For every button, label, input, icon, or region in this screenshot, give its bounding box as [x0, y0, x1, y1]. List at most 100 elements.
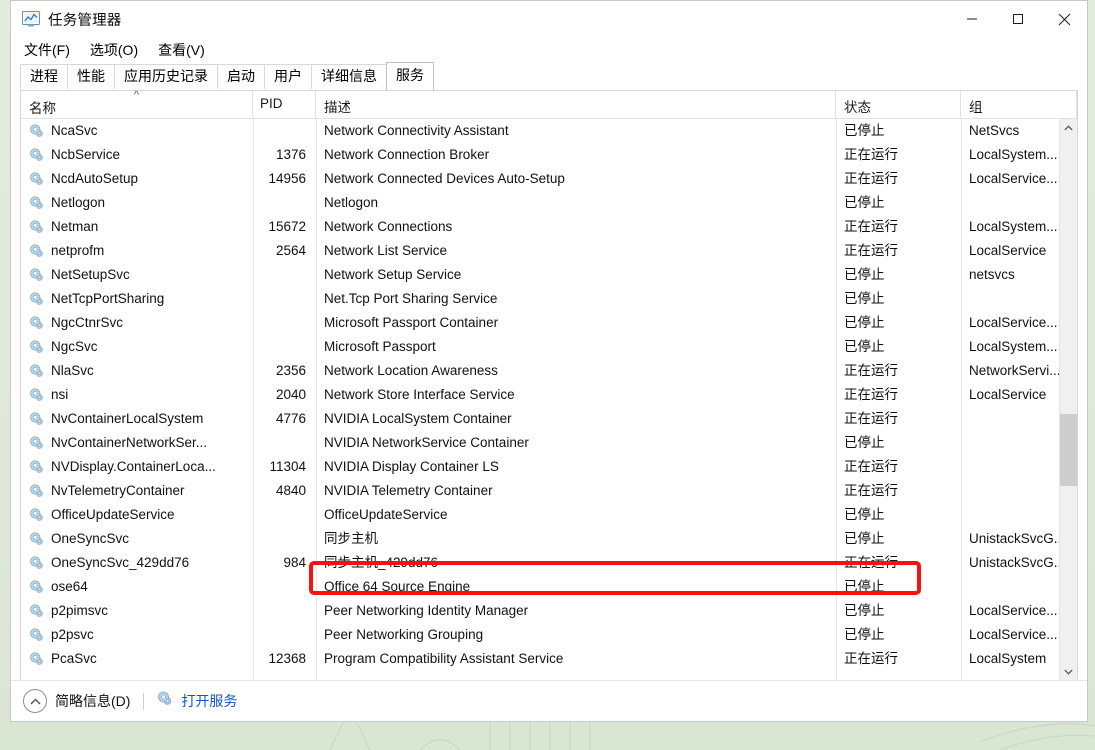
table-row[interactable]: NcbService 1376 Network Connection Broker 正… [21, 143, 1059, 167]
cell-pid: 4840 [275, 483, 306, 498]
table-row[interactable]: ose64 Office 64 Source Engine 已停止 [21, 575, 1059, 599]
column-header-status[interactable]: 状态 [836, 91, 961, 118]
close-button[interactable] [1041, 1, 1087, 37]
service-name-label: NetTcpPortSharing [51, 291, 165, 306]
cell-pid: 15672 [268, 219, 306, 234]
service-gear-icon [29, 459, 45, 475]
service-name-label: NcdAutoSetup [51, 171, 139, 186]
table-row[interactable]: NvTelemetryContainer 4840 NVIDIA Telemetry… [21, 479, 1059, 503]
service-gear-icon [29, 267, 45, 283]
cell-name: ose64 [21, 575, 253, 599]
cell-name: PcaSvc [21, 647, 253, 671]
tab-performance-label: 性能 [77, 68, 105, 84]
table-row[interactable]: PcaSvc 12368 Program Compatibility Assista… [21, 647, 1059, 671]
cell-status: 正在运行 [844, 555, 898, 570]
cell-description: Network Store Interface Service [324, 387, 515, 402]
cell-description: Network Connectivity Assistant [324, 123, 509, 138]
menu-bar: 文件(F) 选项(O) 查看(V) [11, 37, 1087, 62]
cell-status: 已停止 [844, 531, 885, 546]
column-header-group[interactable]: 组 [961, 91, 1077, 118]
cell-name: OfficeUpdateService [21, 503, 253, 527]
cell-status: 正在运行 [844, 411, 898, 426]
tab-strip: 进程 性能 应用历史记录 启动 用户 详细信息 服务 [11, 62, 1087, 90]
menu-options[interactable]: 选项(O) [87, 38, 146, 62]
service-gear-icon [29, 195, 45, 211]
table-row[interactable]: nsi 2040 Network Store Interface Service 正在… [21, 383, 1059, 407]
table-row[interactable]: NcdAutoSetup 14956 Network Connected Devic… [21, 167, 1059, 191]
service-name-label: OneSyncSvc [51, 531, 130, 546]
table-row[interactable]: Netlogon Netlogon 已停止 [21, 191, 1059, 215]
status-bar: 简略信息(D) 打开服务 [11, 680, 1087, 721]
cell-pid: 2040 [275, 387, 306, 402]
cell-name: NvContainerNetworkSer... [21, 431, 253, 455]
cell-name: netprofm [21, 239, 253, 263]
service-name-label: Netlogon [51, 195, 106, 210]
table-row[interactable]: Netman 15672 Network Connections 正在运行 LocalS… [21, 215, 1059, 239]
scroll-down-button[interactable] [1060, 663, 1077, 680]
tab-startup[interactable]: 启动 [217, 64, 265, 90]
tab-details[interactable]: 详细信息 [311, 64, 387, 90]
cell-description: Office 64 Source Engine [324, 579, 471, 594]
scrollbar-thumb[interactable] [1060, 414, 1077, 486]
column-header-name[interactable]: 名称 ^ [21, 91, 253, 118]
table-row[interactable]: NgcSvc Microsoft Passport 已停止 LocalSystem..… [21, 335, 1059, 359]
scrollbar-track[interactable] [1060, 136, 1077, 663]
cell-status: 正在运行 [844, 243, 898, 258]
cell-description: NVIDIA Telemetry Container [324, 483, 493, 498]
cell-status: 正在运行 [844, 459, 898, 474]
cell-description: Program Compatibility Assistant Service [324, 651, 564, 666]
service-gear-icon [29, 363, 45, 379]
table-row[interactable]: OneSyncSvc 同步主机 已停止 UnistackSvcG... [21, 527, 1059, 551]
maximize-button[interactable] [995, 1, 1041, 37]
table-row[interactable]: NgcCtnrSvc Microsoft Passport Container 已停… [21, 311, 1059, 335]
cell-description: 同步主机 [324, 531, 378, 546]
tab-details-label: 详细信息 [321, 68, 377, 84]
cell-name: Netman [21, 215, 253, 239]
service-name-label: NcbService [51, 147, 121, 162]
tab-users[interactable]: 用户 [264, 64, 312, 90]
cell-description: Network Connections [324, 219, 453, 234]
cell-group: LocalService... [969, 171, 1058, 186]
cell-name: NcdAutoSetup [21, 167, 253, 191]
column-header-description[interactable]: 描述 [316, 91, 836, 118]
service-name-label: NcaSvc [51, 123, 98, 138]
column-header-pid-label: PID [260, 96, 283, 111]
tab-app-history[interactable]: 应用历史记录 [114, 64, 218, 90]
tab-services[interactable]: 服务 [386, 62, 434, 90]
cell-description: Netlogon [324, 195, 379, 210]
service-gear-icon [29, 171, 45, 187]
cell-status: 正在运行 [844, 219, 898, 234]
cell-group: NetworkServi... [969, 363, 1059, 378]
service-gear-icon [29, 387, 45, 403]
minimize-button[interactable] [949, 1, 995, 37]
open-services-link[interactable]: 打开服务 [157, 691, 237, 712]
cell-name: OneSyncSvc [21, 527, 253, 551]
table-row[interactable]: OfficeUpdateService OfficeUpdateService 已停… [21, 503, 1059, 527]
table-row[interactable]: NvContainerNetworkSer... NVIDIA NetworkSe… [21, 431, 1059, 455]
sort-ascending-icon: ^ [133, 91, 140, 101]
cell-name: Netlogon [21, 191, 253, 215]
column-header-pid[interactable]: PID [253, 91, 316, 118]
table-row[interactable]: NcaSvc Network Connectivity Assistant 已停止 N… [21, 119, 1059, 143]
table-row[interactable]: NetSetupSvc Network Setup Service 已停止 netsv… [21, 263, 1059, 287]
table-row[interactable]: NetTcpPortSharing Net.Tcp Port Sharing Se… [21, 287, 1059, 311]
cell-description: Net.Tcp Port Sharing Service [324, 291, 498, 306]
fewer-details-button[interactable]: 简略信息(D) [23, 689, 130, 713]
table-row[interactable]: NlaSvc 2356 Network Location Awareness 正在运行… [21, 359, 1059, 383]
cell-name: NvTelemetryContainer [21, 479, 253, 503]
tab-processes[interactable]: 进程 [20, 64, 68, 90]
table-row[interactable]: OneSyncSvc_429dd76 984 同步主机_429dd76 正在运行 Uni… [21, 551, 1059, 575]
table-row[interactable]: p2pimsvc Peer Networking Identity Manager… [21, 599, 1059, 623]
table-row[interactable]: p2psvc Peer Networking Grouping 已停止 LocalSe… [21, 623, 1059, 647]
cell-name: OneSyncSvc_429dd76 [21, 551, 253, 575]
services-list-body: NcaSvc Network Connectivity Assistant 已停止 N… [21, 119, 1077, 680]
menu-view[interactable]: 查看(V) [155, 38, 213, 62]
cell-pid: 12368 [268, 651, 306, 666]
tab-performance[interactable]: 性能 [67, 64, 115, 90]
scroll-up-button[interactable] [1060, 119, 1077, 136]
table-row[interactable]: NVDisplay.ContainerLoca... 11304 NVIDIA Di… [21, 455, 1059, 479]
table-row[interactable]: NvContainerLocalSystem 4776 NVIDIA LocalSy… [21, 407, 1059, 431]
vertical-scrollbar[interactable] [1059, 119, 1077, 680]
table-row[interactable]: netprofm 2564 Network List Service 正在运行 Loca… [21, 239, 1059, 263]
menu-file[interactable]: 文件(F) [21, 38, 78, 62]
